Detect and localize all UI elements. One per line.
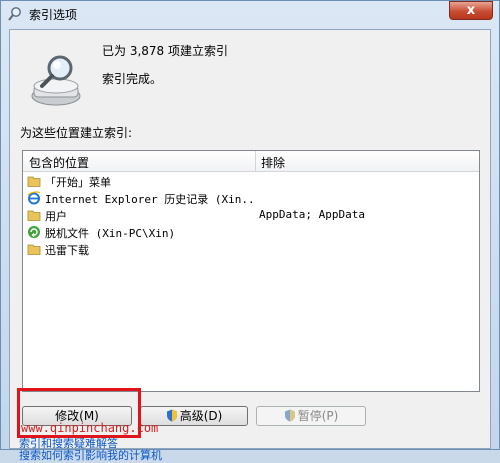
location-name: 迅雷下载: [45, 244, 89, 257]
list-header: 包含的位置 排除: [23, 151, 479, 172]
list-item[interactable]: 「开始」菜单: [23, 173, 479, 190]
list-item[interactable]: 用户 AppData; AppData: [23, 207, 479, 224]
list-item[interactable]: 迅雷下载: [23, 241, 479, 258]
indexed-count-text: 已为 3,878 项建立索引: [102, 44, 228, 58]
column-header-excluded[interactable]: 排除: [261, 154, 285, 171]
index-status-text: 索引完成。: [102, 72, 163, 86]
ie-icon: [27, 191, 41, 205]
location-name: 用户: [45, 210, 67, 223]
list-item[interactable]: 脱机文件 (Xin-PC\Xin): [23, 224, 479, 241]
offline-files-icon: [28, 226, 40, 238]
dialog-body: 已为 3,878 项建立索引 索引完成。 为这些位置建立索引: 包含的位置 排除…: [9, 29, 491, 449]
advanced-button-label: 高级(D): [179, 409, 223, 423]
column-header-included[interactable]: 包含的位置: [29, 154, 89, 171]
search-options-icon: [8, 7, 21, 21]
pause-button-label: 暂停(P): [297, 409, 339, 423]
list-item[interactable]: Internet Explorer 历史记录 (Xin...: [23, 190, 479, 207]
close-button[interactable]: x: [449, 1, 493, 20]
locations-section-label: 为这些位置建立索引:: [20, 126, 133, 140]
location-name: Internet Explorer 历史记录 (Xin...: [45, 193, 253, 206]
uac-shield-icon: [166, 409, 177, 422]
how-indexing-affects-link[interactable]: 搜索如何索引影响我的计算机: [19, 447, 162, 463]
folder-icon: [27, 244, 41, 255]
uac-shield-icon: [284, 409, 295, 422]
watermark-text: www.qinpinchang.com: [21, 421, 159, 435]
column-divider[interactable]: [255, 151, 256, 171]
location-exclude: AppData; AppData: [259, 208, 365, 221]
window-title: 索引选项: [29, 8, 78, 22]
indexed-locations-list[interactable]: 包含的位置 排除 「开始」菜单 Internet Explorer 历史记录 (…: [22, 150, 480, 392]
title-bar[interactable]: 索引选项 x: [1, 1, 499, 27]
indexing-options-window: 索引选项 x 已为 3,878 项建立索引 索引完成。 为这些位置建立索引: 包…: [0, 0, 500, 462]
location-name: 「开始」菜单: [45, 176, 111, 189]
location-name: 脱机文件 (Xin-PC\Xin): [45, 227, 176, 240]
folder-icon: [27, 176, 41, 187]
folder-icon: [27, 210, 41, 221]
pause-button: 暂停(P): [256, 406, 366, 426]
indexing-magnifier-icon: [31, 55, 81, 106]
